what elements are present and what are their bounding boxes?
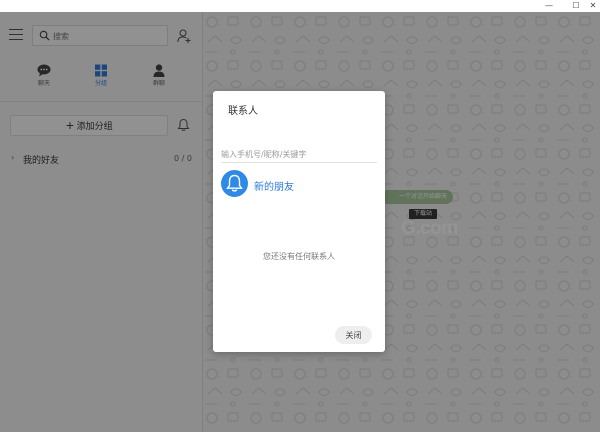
empty-contacts-text: 您还没有任何联系人 xyxy=(263,252,335,261)
new-friend-avatar xyxy=(221,170,248,197)
dialog-title: 联系人 xyxy=(228,106,258,117)
close-window-button[interactable]: ✕ xyxy=(584,0,600,12)
bell-icon xyxy=(226,174,243,192)
contacts-dialog: 联系人 新的朋友 您还没有任何联系人 关闭 xyxy=(213,91,385,352)
maximize-button[interactable]: ☐ xyxy=(567,0,585,12)
minimize-button[interactable]: — xyxy=(540,0,558,12)
close-button[interactable]: 关闭 xyxy=(335,326,372,344)
contact-search-input[interactable] xyxy=(221,147,377,163)
new-friend-label: 新的朋友 xyxy=(254,182,294,193)
title-bar: — ☐ ✕ xyxy=(0,0,600,12)
